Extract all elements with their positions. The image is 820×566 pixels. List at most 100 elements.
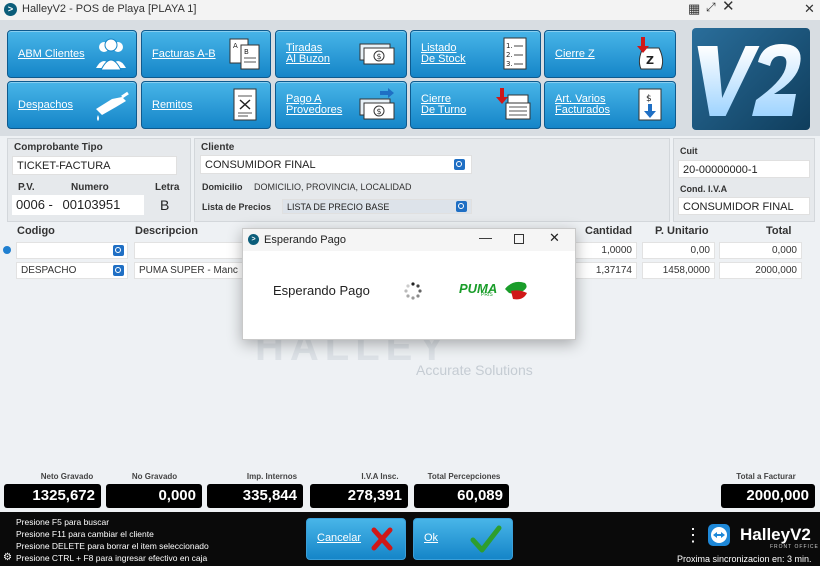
ok-button[interactable]: Ok xyxy=(413,518,513,560)
brand-halleyv2: HalleyV2 xyxy=(740,525,811,544)
lista-precios-search-icon[interactable] xyxy=(456,201,467,212)
abm-clientes-button[interactable]: ABM Clientes xyxy=(7,30,137,78)
row2-cantidad[interactable]: 1,37174 xyxy=(575,262,637,279)
watermark-tagline: Accurate Solutions xyxy=(416,362,533,378)
no-gravado-value: 0,000 xyxy=(106,484,202,508)
users-icon xyxy=(96,38,126,71)
pago-proveedores-button[interactable]: Pago A Provedores $ xyxy=(275,81,407,129)
tiradas-buzon-button[interactable]: Tiradas Al Buzon $ xyxy=(275,30,407,78)
listado-stock-label: Listado De Stock xyxy=(421,42,466,65)
remitos-button[interactable]: Remitos xyxy=(141,81,271,129)
restore-icon[interactable]: ⤢ xyxy=(706,0,716,15)
hint-ctrl-f8: Presione CTRL + F8 para ingresar efectiv… xyxy=(16,553,208,563)
no-gravado-label: No Gravado xyxy=(131,472,178,481)
settings-gear-icon[interactable]: ⚙ xyxy=(3,552,12,563)
cond-iva-field[interactable]: CONSUMIDOR FINAL xyxy=(678,197,810,215)
letra-value: B xyxy=(160,197,170,213)
listado-stock-button[interactable]: Listado De Stock 1. 2. 3. xyxy=(410,30,541,78)
pv-value: 0006 xyxy=(16,197,45,212)
dialog-app-icon: > xyxy=(248,234,259,245)
col-cantidad: Cantidad xyxy=(585,225,633,237)
document-x-icon xyxy=(233,88,257,121)
cliente-search-icon[interactable] xyxy=(454,159,465,170)
row1-descripcion[interactable] xyxy=(134,242,244,259)
loading-spinner-icon xyxy=(404,282,422,300)
cliente-label: Cliente xyxy=(201,142,235,153)
dialog-maximize-icon[interactable] xyxy=(514,234,524,244)
despachos-button[interactable]: Despachos xyxy=(7,81,137,129)
puma-emblem-icon xyxy=(505,281,527,300)
numero-value: 00103951 xyxy=(62,197,121,212)
fuel-nozzle-icon xyxy=(96,91,129,121)
waiting-payment-dialog: > Esperando Pago — ✕ Esperando Pago PUMA… xyxy=(242,228,576,340)
col-unitario: P. Unitario xyxy=(655,225,709,237)
row1-unitario[interactable]: 0,00 xyxy=(642,242,715,259)
svg-text:$: $ xyxy=(646,94,652,104)
domicilio-value: DOMICILIO, PROVINCIA, LOCALIDAD xyxy=(254,182,412,192)
more-vertical-icon[interactable]: ⋮ xyxy=(684,526,702,544)
row2-descripcion[interactable]: PUMA SUPER - Manc xyxy=(134,262,244,279)
row2-unitario[interactable]: 1458,0000 xyxy=(642,262,715,279)
facturas-ab-button[interactable]: Facturas A-B AB xyxy=(141,30,271,78)
col-descripcion: Descripcion xyxy=(135,225,198,237)
pv-label: P.V. xyxy=(18,182,35,193)
remitos-label: Remitos xyxy=(152,98,193,111)
app-icon: > xyxy=(4,3,17,16)
lista-precios-label: Lista de Precios xyxy=(202,202,272,212)
remote-support-icon[interactable] xyxy=(708,524,730,546)
svg-text:1.: 1. xyxy=(506,42,513,50)
row1-codigo-search-icon[interactable] xyxy=(113,245,124,256)
hint-f5: Presione F5 para buscar xyxy=(16,517,110,527)
cancel-button[interactable]: Cancelar xyxy=(306,518,406,560)
imp-internos-value: 335,844 xyxy=(207,484,303,508)
comprobante-tipo-field[interactable]: TICKET-FACTURA xyxy=(12,156,177,175)
checkmark-icon xyxy=(470,525,502,553)
facturas-ab-label: Facturas A-B xyxy=(152,47,216,60)
svg-text:$: $ xyxy=(377,107,382,116)
domicilio-label: Domicilio xyxy=(202,182,243,192)
pv-numero-field[interactable]: 0006 - 00103951 xyxy=(12,195,144,215)
dialog-close-icon[interactable]: ✕ xyxy=(549,230,560,246)
lista-precios-field[interactable]: LISTA DE PRECIO BASE xyxy=(282,199,472,214)
cuit-field[interactable]: 20-00000000-1 xyxy=(678,160,810,178)
total-facturar-value: 2000,000 xyxy=(721,484,815,508)
row1-cantidad[interactable]: 1,0000 xyxy=(575,242,637,259)
window-close-icon[interactable]: ✕ xyxy=(804,1,815,17)
neto-gravado-value: 1325,672 xyxy=(4,484,101,508)
puma-logo-sub: PRIS xyxy=(481,292,493,298)
grid-view-icon[interactable]: ▦ xyxy=(688,1,700,17)
art-varios-button[interactable]: Art. Varios Facturados $ xyxy=(544,81,676,129)
row1-codigo[interactable] xyxy=(16,242,128,259)
close-icon[interactable]: ✕ xyxy=(722,0,735,15)
numero-label: Numero xyxy=(71,182,109,193)
cierre-z-button[interactable]: Cierre Z Z xyxy=(544,30,676,78)
dialog-message: Esperando Pago xyxy=(273,283,370,298)
pago-proveedores-label: Pago A Provedores xyxy=(286,93,343,116)
svg-text:A: A xyxy=(233,42,238,50)
row2-total[interactable]: 2000,000 xyxy=(719,262,802,279)
col-total: Total xyxy=(766,225,792,237)
cierre-turno-label: Cierre De Turno xyxy=(421,93,467,116)
total-facturar-label: Total a Facturar xyxy=(736,472,796,481)
hint-f11: Presione F11 para cambiar el cliente xyxy=(16,529,154,539)
cierre-turno-button[interactable]: Cierre De Turno xyxy=(410,81,541,129)
document-download-icon: $ xyxy=(638,88,662,121)
row1-total[interactable]: 0,000 xyxy=(719,242,802,259)
col-codigo: Codigo xyxy=(17,225,55,237)
dialog-minimize-icon[interactable]: — xyxy=(479,230,492,245)
svg-text:3.: 3. xyxy=(506,60,513,68)
cond-iva-label: Cond. I.V.A xyxy=(680,184,728,194)
svg-text:Z: Z xyxy=(646,54,654,67)
cliente-field[interactable]: CONSUMIDOR FINAL xyxy=(200,155,472,174)
row2-codigo[interactable]: DESPACHO xyxy=(16,262,128,279)
letra-label: Letra xyxy=(155,182,180,193)
invoices-icon: AB xyxy=(229,38,260,70)
window-title: HalleyV2 - POS de Playa [PLAYA 1] xyxy=(22,3,197,15)
cancel-x-icon xyxy=(371,527,393,551)
despachos-label: Despachos xyxy=(18,98,74,111)
svg-text:2.: 2. xyxy=(506,51,513,59)
row2-codigo-search-icon[interactable] xyxy=(113,265,124,276)
abm-clientes-label: ABM Clientes xyxy=(18,47,85,60)
hint-delete: Presione DELETE para borrar el item sele… xyxy=(16,541,209,551)
v2-logo xyxy=(692,28,810,130)
